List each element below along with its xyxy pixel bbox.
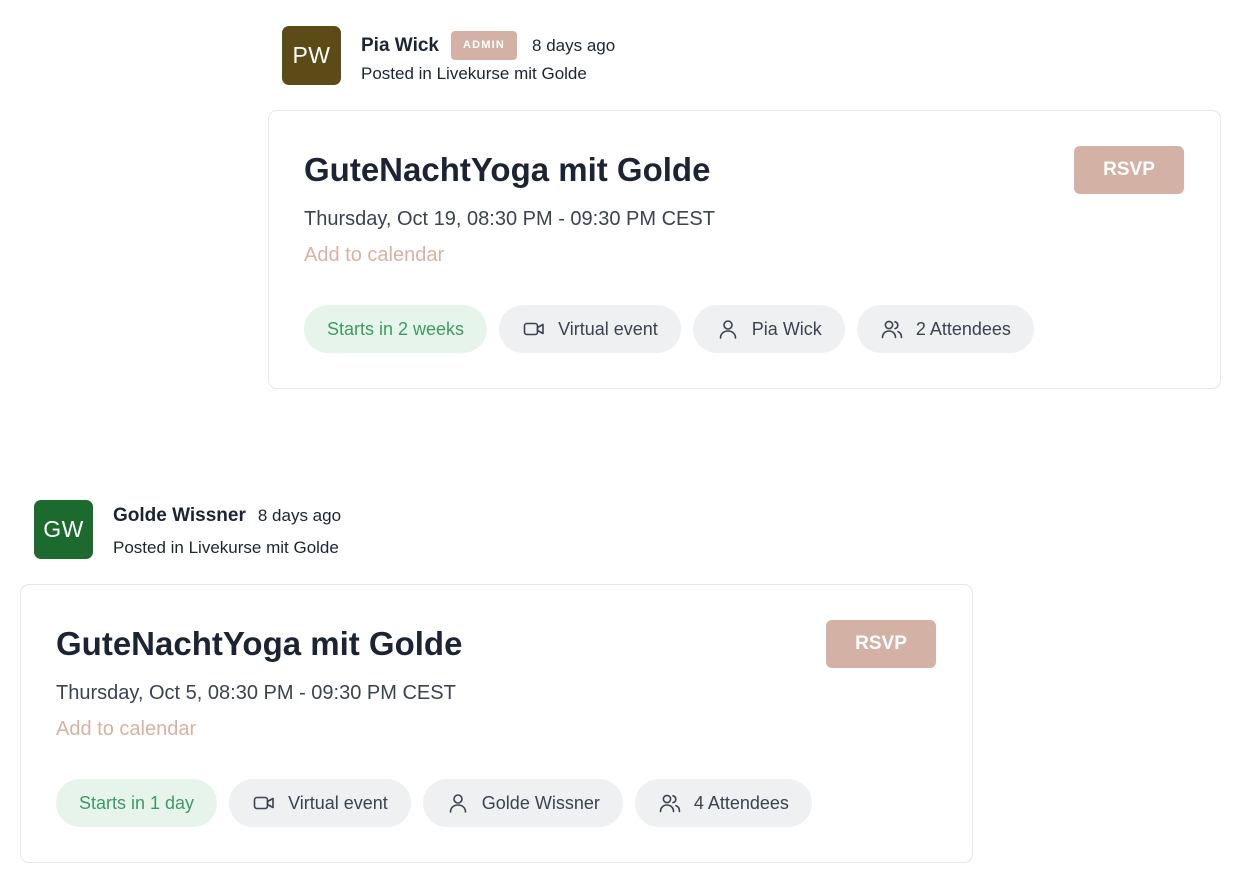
admin-badge: ADMIN bbox=[450, 31, 518, 60]
user-icon bbox=[449, 794, 467, 813]
rsvp-button[interactable]: RSVP bbox=[1074, 146, 1184, 194]
event-datetime: Thursday, Oct 19, 08:30 PM - 09:30 PM CE… bbox=[304, 208, 715, 230]
attendees-count: 2 Attendees bbox=[915, 318, 1011, 339]
event-datetime: Thursday, Oct 5, 08:30 PM - 09:30 PM CES… bbox=[56, 682, 456, 704]
event-card[interactable]: GuteNachtYoga mit Golde Thursday, Oct 5,… bbox=[20, 584, 973, 863]
location-type-label: Virtual event bbox=[558, 318, 658, 339]
author-name[interactable]: Pia Wick bbox=[361, 35, 439, 57]
attendees-pill[interactable]: 2 Attendees bbox=[856, 305, 1034, 353]
author-line: Golde Wissner 8 days ago bbox=[113, 505, 341, 527]
video-camera-icon bbox=[253, 796, 274, 810]
host-pill[interactable]: Pia Wick bbox=[692, 305, 845, 353]
user-icon bbox=[719, 320, 737, 339]
feed-post: PW Pia Wick ADMIN 8 days ago Posted in L… bbox=[268, 26, 1221, 389]
author-name[interactable]: Golde Wissner bbox=[113, 505, 246, 527]
rsvp-button[interactable]: RSVP bbox=[826, 620, 936, 668]
starts-in-label: Starts in 2 weeks bbox=[327, 318, 465, 339]
host-name: Golde Wissner bbox=[481, 792, 600, 813]
host-name: Pia Wick bbox=[751, 318, 822, 339]
starts-in-pill: Starts in 2 weeks bbox=[304, 305, 488, 353]
event-title[interactable]: GuteNachtYoga mit Golde bbox=[304, 151, 710, 189]
attendees-pill[interactable]: 4 Attendees bbox=[634, 779, 812, 827]
post-timestamp[interactable]: 8 days ago bbox=[532, 36, 615, 56]
posted-in-space[interactable]: Posted in Livekurse mit Golde bbox=[361, 64, 587, 84]
event-card[interactable]: GuteNachtYoga mit Golde Thursday, Oct 19… bbox=[268, 110, 1221, 389]
feed-post: GW Golde Wissner 8 days ago Posted in Li… bbox=[20, 500, 973, 863]
video-camera-icon bbox=[523, 322, 544, 336]
post-header: GW Golde Wissner 8 days ago Posted in Li… bbox=[20, 500, 973, 584]
host-pill[interactable]: Golde Wissner bbox=[422, 779, 623, 827]
posted-in-space[interactable]: Posted in Livekurse mit Golde bbox=[113, 538, 339, 558]
starts-in-pill: Starts in 1 day bbox=[56, 779, 218, 827]
users-icon bbox=[659, 794, 681, 813]
starts-in-label: Starts in 1 day bbox=[79, 792, 195, 813]
avatar[interactable]: GW bbox=[34, 500, 93, 559]
location-type-pill: Virtual event bbox=[499, 305, 681, 353]
location-type-pill: Virtual event bbox=[229, 779, 411, 827]
event-meta-pills: Starts in 1 day Virtual event Golde Wiss… bbox=[56, 779, 812, 827]
add-to-calendar-link[interactable]: Add to calendar bbox=[304, 244, 444, 267]
author-line: Pia Wick ADMIN 8 days ago bbox=[361, 31, 615, 60]
post-header: PW Pia Wick ADMIN 8 days ago Posted in L… bbox=[268, 26, 1221, 110]
users-icon bbox=[881, 320, 903, 339]
add-to-calendar-link[interactable]: Add to calendar bbox=[56, 718, 196, 741]
event-meta-pills: Starts in 2 weeks Virtual event Pia Wick bbox=[304, 305, 1034, 353]
attendees-count: 4 Attendees bbox=[693, 792, 789, 813]
post-timestamp[interactable]: 8 days ago bbox=[258, 506, 341, 526]
location-type-label: Virtual event bbox=[288, 792, 388, 813]
event-title[interactable]: GuteNachtYoga mit Golde bbox=[56, 625, 462, 663]
avatar[interactable]: PW bbox=[282, 26, 341, 85]
